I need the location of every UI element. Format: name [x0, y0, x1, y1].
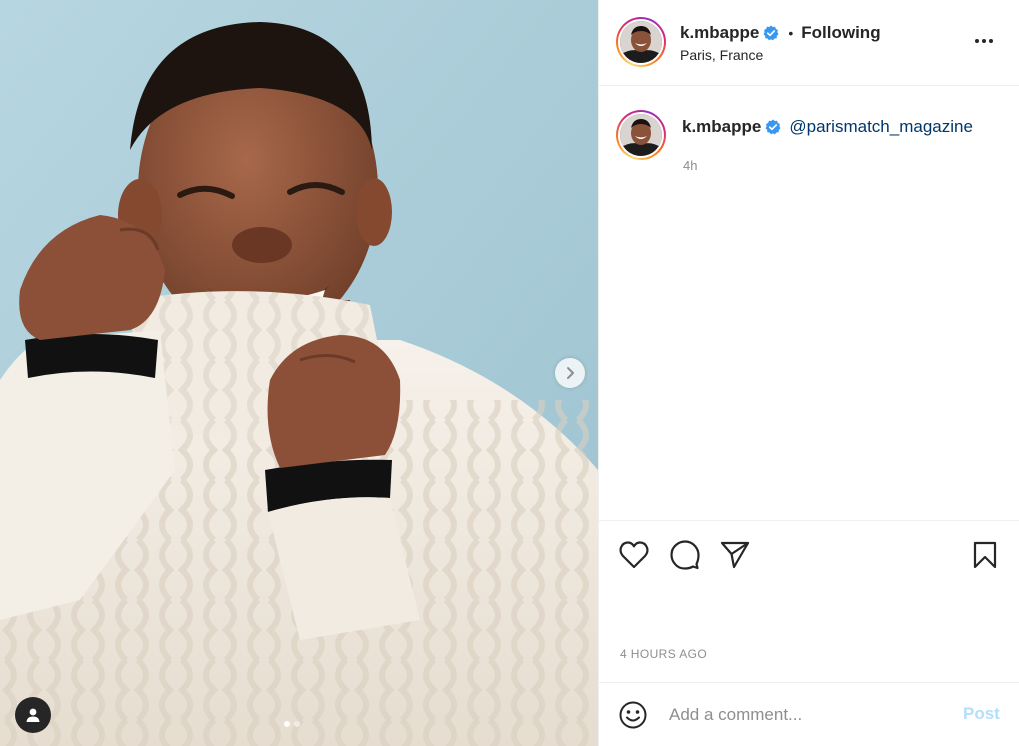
- post-location[interactable]: Paris, France: [680, 47, 763, 63]
- post-side-panel: k.mbappe • Following Paris, France k.mba…: [598, 0, 1019, 746]
- profile-photo: [620, 21, 662, 63]
- heart-icon: [619, 541, 649, 569]
- smiley-icon: [619, 701, 647, 729]
- more-dot-icon: [989, 39, 993, 43]
- more-dot-icon: [975, 39, 979, 43]
- chevron-right-icon: [567, 367, 574, 379]
- portrait-photo: [0, 0, 598, 746]
- carousel-indicator: [284, 721, 300, 727]
- following-button[interactable]: Following: [801, 23, 880, 43]
- header-separator: •: [788, 25, 794, 41]
- more-dot-icon: [982, 39, 986, 43]
- user-tag-icon: [26, 708, 40, 722]
- verified-badge-icon: [765, 119, 781, 135]
- post-comment-button[interactable]: Post: [963, 704, 1000, 724]
- author-username[interactable]: k.mbappe: [680, 23, 759, 43]
- carousel-dot-active: [284, 721, 290, 727]
- save-button[interactable]: [968, 538, 1002, 572]
- like-button[interactable]: [617, 538, 651, 572]
- carousel-next-button[interactable]: [555, 358, 585, 388]
- carousel-dot: [294, 721, 300, 727]
- caption-relative-time[interactable]: 4h: [683, 158, 697, 173]
- verified-badge-icon: [763, 25, 779, 41]
- post-caption: k.mbappe @parismatch_magazine 4h: [599, 86, 1019, 520]
- caption-line: k.mbappe @parismatch_magazine: [682, 117, 973, 137]
- header-title-line: k.mbappe • Following: [680, 23, 881, 43]
- caption-avatar[interactable]: [616, 110, 666, 160]
- comment-input[interactable]: [669, 703, 949, 727]
- post-actions: 4 HOURS AGO: [599, 520, 1019, 682]
- post-header: k.mbappe • Following Paris, France: [599, 0, 1019, 86]
- comment-icon: [670, 540, 700, 570]
- profile-photo: [620, 114, 662, 156]
- author-avatar[interactable]: [616, 17, 666, 67]
- paper-plane-icon: [720, 541, 750, 569]
- post-timestamp[interactable]: 4 HOURS AGO: [620, 647, 707, 661]
- more-options-button[interactable]: [969, 30, 999, 52]
- user-tag-button[interactable]: [15, 697, 51, 733]
- comment-button[interactable]: [668, 538, 702, 572]
- caption-mention-link[interactable]: @parismatch_magazine: [789, 117, 973, 137]
- caption-username[interactable]: k.mbappe: [682, 117, 761, 137]
- emoji-button[interactable]: [618, 700, 648, 730]
- post-media[interactable]: [0, 0, 598, 746]
- bookmark-icon: [973, 541, 997, 569]
- comment-bar: Post: [599, 682, 1019, 746]
- share-button[interactable]: [718, 538, 752, 572]
